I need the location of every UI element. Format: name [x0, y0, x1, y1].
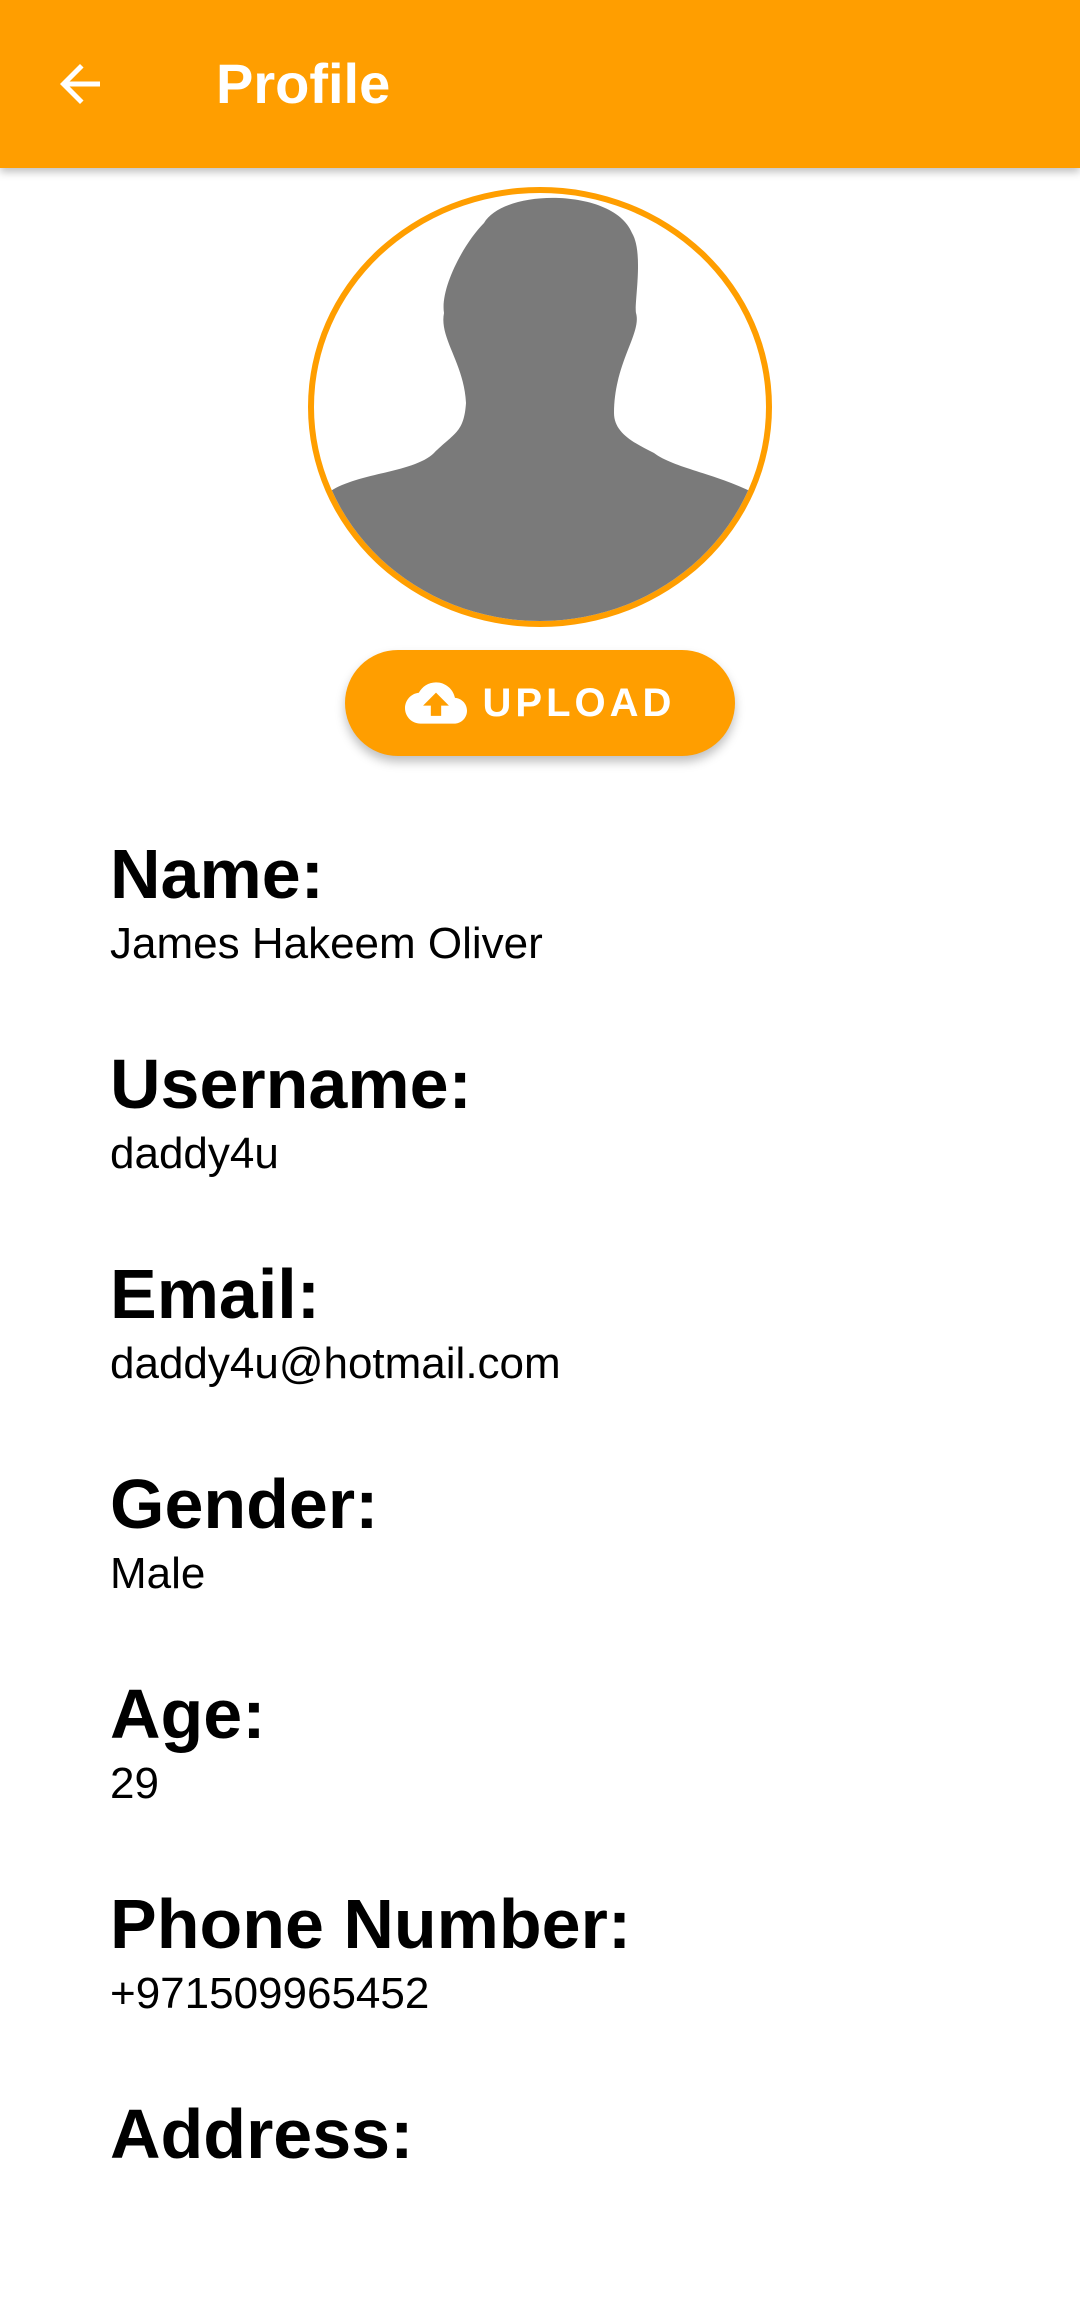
cloud-upload-icon — [404, 682, 467, 724]
field-label: Username: — [110, 1045, 472, 1123]
field-name: Name: James Hakeem Oliver — [110, 832, 1050, 1042]
field-username: Username: daddy4u — [110, 1042, 1050, 1252]
app-bar: Profile — [0, 0, 1080, 168]
field-label: Phone Number: — [110, 1885, 632, 1963]
field-value: +971509965452 — [110, 1969, 430, 2018]
field-label: Age: — [110, 1675, 266, 1753]
upload-button[interactable]: UPLOAD — [345, 650, 735, 756]
back-button[interactable] — [40, 44, 120, 124]
field-label: Address: — [110, 2095, 414, 2173]
field-value: James Hakeem Oliver — [110, 919, 543, 968]
page-title: Profile — [216, 52, 391, 115]
field-label: Email: — [110, 1255, 321, 1333]
profile-fields: Name: James Hakeem Oliver Username: dadd… — [110, 832, 1050, 2302]
field-value: daddy4u@hotmail.com — [110, 1339, 561, 1388]
field-gender: Gender: Male — [110, 1462, 1050, 1672]
upload-button-label: UPLOAD — [482, 680, 676, 725]
person-silhouette-icon — [314, 197, 766, 621]
field-value: Male — [110, 1549, 206, 1598]
avatar — [308, 187, 772, 627]
field-value: 29 — [110, 1759, 159, 1808]
field-address: Address: — [110, 2092, 1050, 2302]
field-label: Name: — [110, 835, 324, 913]
field-label: Gender: — [110, 1465, 379, 1543]
field-value: daddy4u — [110, 1129, 279, 1178]
field-age: Age: 29 — [110, 1672, 1050, 1882]
field-phone-number: Phone Number: +971509965452 — [110, 1882, 1050, 2092]
field-email: Email: daddy4u@hotmail.com — [110, 1252, 1050, 1462]
arrow-back-icon — [60, 64, 100, 104]
